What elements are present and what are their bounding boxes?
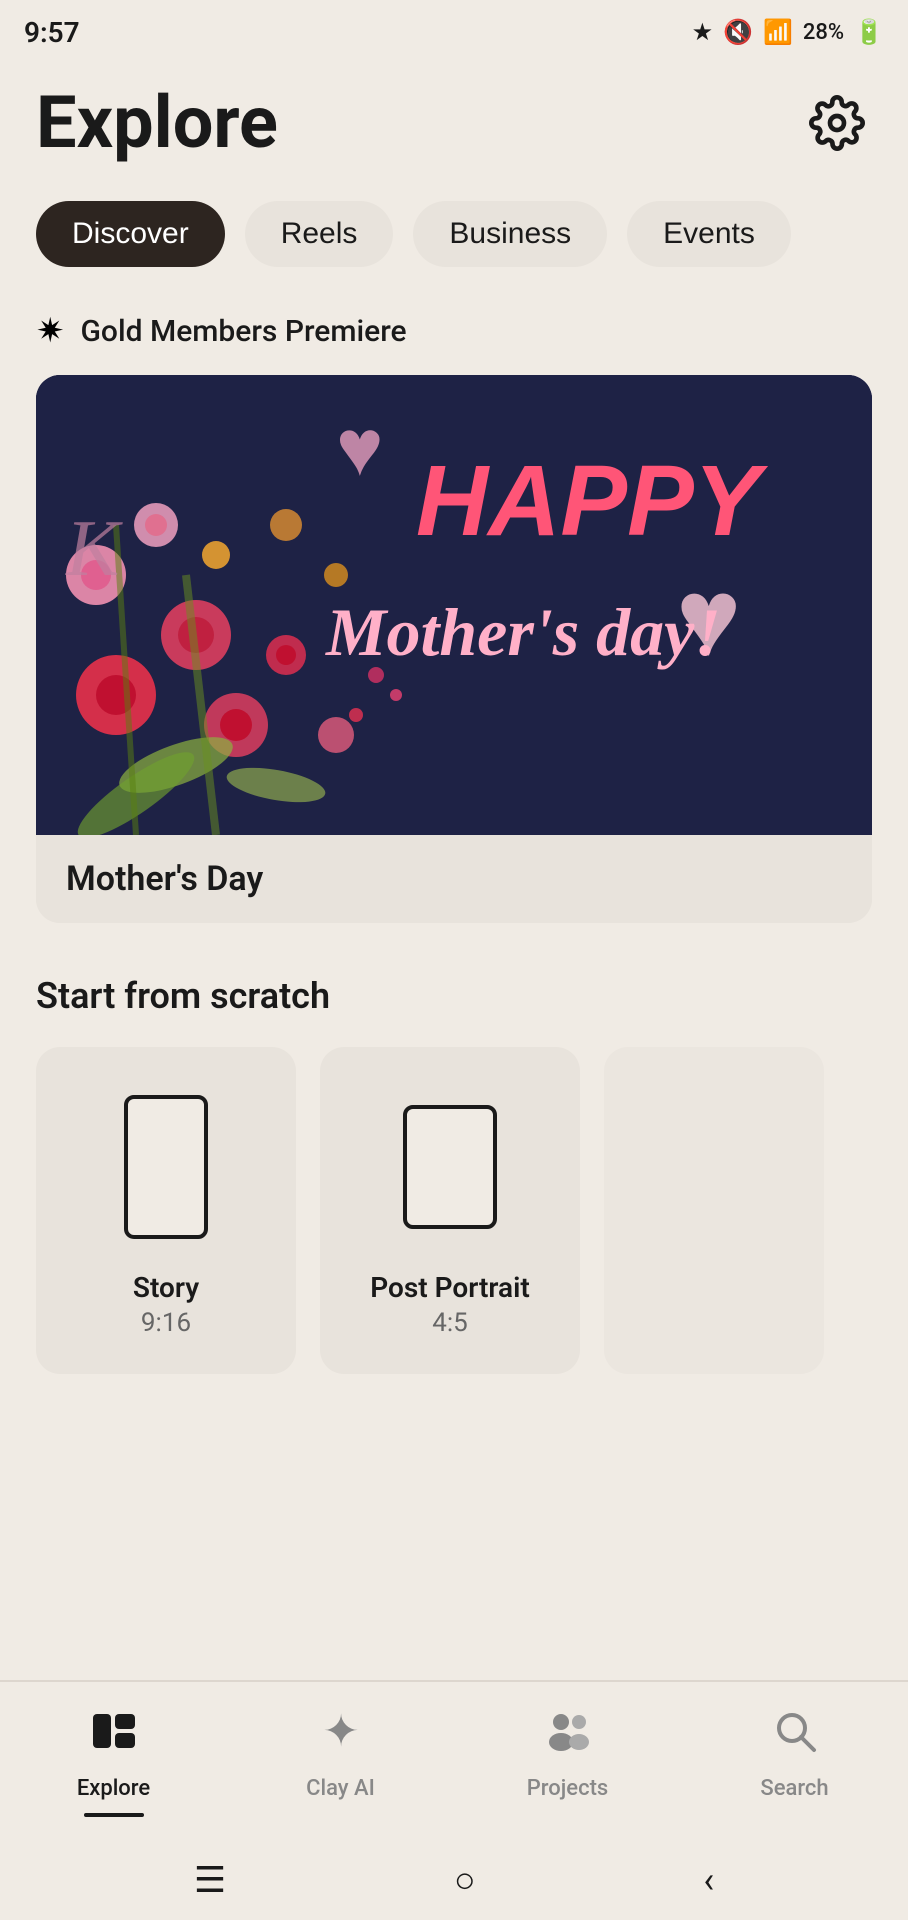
- status-time: 9:57: [24, 16, 80, 49]
- filter-tabs: Discover Reels Business Events: [36, 201, 872, 267]
- clay-ai-nav-icon: ✦: [316, 1706, 366, 1756]
- story-card-name: Story: [133, 1271, 199, 1304]
- featured-image: ♥ ♥ HAPPY Mother's day! K: [36, 375, 872, 835]
- scratch-card-story[interactable]: Story 9:16: [36, 1047, 296, 1374]
- scratch-section: Start from scratch Story 9:16: [36, 975, 872, 1374]
- clay-ai-icon: ✦: [316, 1706, 366, 1768]
- svg-text:✦: ✦: [322, 1706, 359, 1756]
- header: Explore: [36, 80, 872, 165]
- nav-clay-ai-label: Clay AI: [306, 1776, 375, 1801]
- android-nav-bar: ☰ ○ ‹: [0, 1840, 908, 1920]
- post-portrait-card-ratio: 4:5: [432, 1308, 468, 1338]
- projects-icon: [543, 1706, 593, 1768]
- gold-section-label: Gold Members Premiere: [81, 314, 407, 349]
- projects-nav-icon: [543, 1706, 593, 1756]
- nav-search-label: Search: [760, 1776, 828, 1801]
- scratch-cards-list: Story 9:16 Post Portrait 4:5: [36, 1047, 872, 1374]
- bottom-nav: Explore ✦ Clay AI Projects: [0, 1680, 908, 1840]
- scratch-section-title: Start from scratch: [36, 975, 872, 1017]
- android-home-button[interactable]: ○: [454, 1859, 476, 1901]
- tab-discover[interactable]: Discover: [36, 201, 225, 267]
- search-icon: [770, 1706, 820, 1768]
- main-content: Explore Discover Reels Business Events ✷…: [0, 60, 908, 1680]
- post-portrait-frame-icon: [390, 1087, 510, 1247]
- battery-indicator: 28%: [803, 20, 844, 45]
- android-recents-button[interactable]: ☰: [194, 1859, 226, 1901]
- tab-business[interactable]: Business: [413, 201, 607, 267]
- svg-text:Mother's day!: Mother's day!: [325, 594, 721, 670]
- nav-explore-label: Explore: [77, 1776, 150, 1801]
- story-frame-icon: [111, 1087, 221, 1247]
- svg-text:K: K: [65, 505, 123, 593]
- settings-button[interactable]: [802, 88, 872, 158]
- featured-card-label: Mother's Day: [36, 835, 872, 923]
- post-portrait-card-name: Post Portrait: [370, 1271, 530, 1304]
- status-icons: ★ 🔇 📶 28% 🔋: [692, 18, 884, 46]
- gear-icon: [809, 95, 865, 151]
- floral-svg: ♥ ♥ HAPPY Mother's day! K: [36, 375, 872, 835]
- scratch-card-more[interactable]: [604, 1047, 824, 1374]
- tab-events[interactable]: Events: [627, 201, 791, 267]
- svg-text:HAPPY: HAPPY: [416, 445, 769, 557]
- post-portrait-icon: [390, 1087, 510, 1247]
- battery-icon: 🔋: [854, 18, 884, 46]
- mothers-day-illustration: ♥ ♥ HAPPY Mother's day! K: [36, 375, 872, 835]
- tab-reels[interactable]: Reels: [245, 201, 394, 267]
- svg-text:♥: ♥: [336, 401, 384, 495]
- nav-projects-label: Projects: [527, 1776, 608, 1801]
- nav-explore[interactable]: Explore: [0, 1698, 227, 1801]
- nav-clay-ai[interactable]: ✦ Clay AI: [227, 1698, 454, 1801]
- gold-star-icon: ✷: [36, 311, 65, 351]
- featured-card[interactable]: ♥ ♥ HAPPY Mother's day! K Mother's Day: [36, 375, 872, 923]
- wifi-icon: 📶: [763, 18, 793, 46]
- explore-icon: [89, 1706, 139, 1768]
- search-nav-icon: [770, 1706, 820, 1756]
- bluetooth-icon: ★: [692, 18, 714, 46]
- status-bar: 9:57 ★ 🔇 📶 28% 🔋: [0, 0, 908, 60]
- mute-icon: 🔇: [723, 18, 753, 46]
- android-back-button[interactable]: ‹: [703, 1859, 714, 1901]
- scratch-card-post-portrait[interactable]: Post Portrait 4:5: [320, 1047, 580, 1374]
- nav-search[interactable]: Search: [681, 1698, 908, 1801]
- page-title: Explore: [36, 80, 278, 165]
- explore-nav-icon: [89, 1706, 139, 1756]
- story-icon: [111, 1087, 221, 1247]
- story-card-ratio: 9:16: [141, 1308, 191, 1338]
- nav-projects[interactable]: Projects: [454, 1698, 681, 1801]
- gold-members-section: ✷ Gold Members Premiere: [36, 311, 872, 351]
